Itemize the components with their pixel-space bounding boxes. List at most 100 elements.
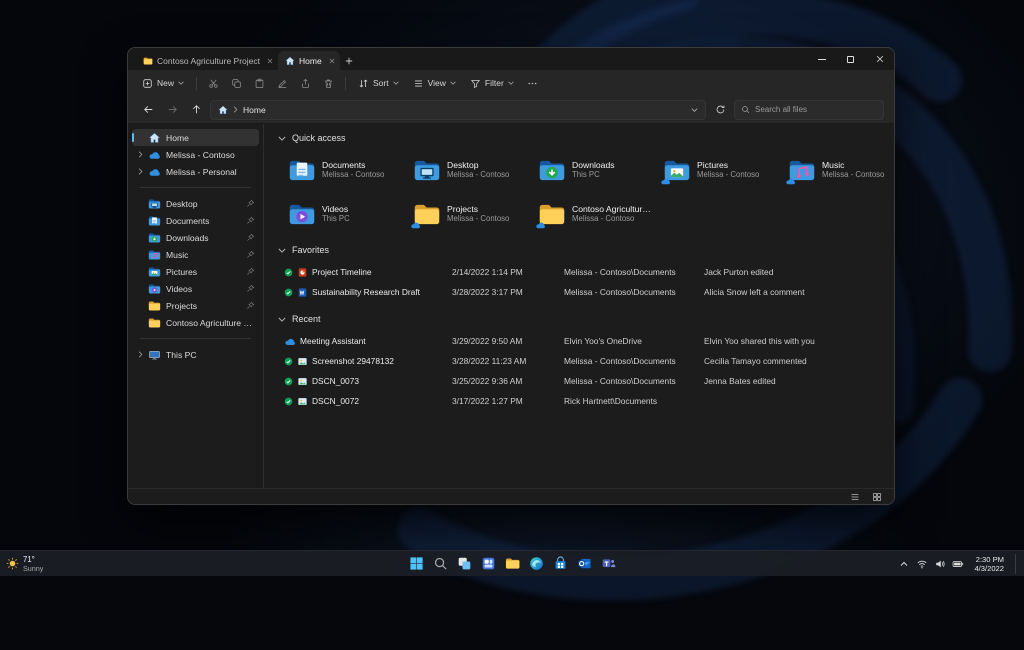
share-button[interactable] [295,75,316,92]
forward-icon [167,104,178,115]
recent-row-dscn-0073[interactable]: DSCN_0073 3/25/2022 9:36 AM Melissa - Co… [280,371,882,391]
sidebar-item-music[interactable]: Music [132,246,259,263]
weather-widget[interactable]: 71° Sunny [6,555,43,573]
tile-text: Music Melissa - Contoso [822,160,884,180]
search-box[interactable] [734,100,884,120]
address-bar[interactable]: Home [210,100,706,120]
paste-icon [254,78,265,89]
address-dropdown-icon[interactable] [691,108,698,112]
quick-access-tile-downloads[interactable]: Downloads This PC [534,151,658,189]
cloud-status-icon [284,337,296,346]
word-file-icon [297,287,308,298]
rename-button[interactable] [272,75,293,92]
recent-row-screenshot-29478132[interactable]: Screenshot 29478132 3/28/2022 11:23 AM M… [280,351,882,371]
tile-name: Desktop [447,160,509,170]
back-button[interactable] [138,100,158,120]
quick-access-tile-music[interactable]: Music Melissa - Contoso [784,151,894,189]
sidebar-item-melissa-personal[interactable]: Melissa - Personal [132,163,259,180]
filter-button[interactable]: Filter [464,75,520,92]
quick-access-tile-contoso-agriculture-project[interactable]: Contoso Agriculture Project Melissa - Co… [534,195,658,233]
more-options-button[interactable] [522,75,543,92]
taskbar-outlook-button[interactable] [573,553,595,575]
taskbar-teams-button[interactable] [597,553,619,575]
quick-access-tile-desktop[interactable]: Desktop Melissa - Contoso [409,151,533,189]
quick-access-tile-documents[interactable]: Documents Melissa - Contoso [284,151,408,189]
sidebar-item-projects[interactable]: Projects [132,297,259,314]
tile-name: Music [822,160,884,170]
tray-volume-button[interactable] [932,554,948,574]
breadcrumb[interactable]: Home [243,105,266,115]
tab-contoso-agriculture-project[interactable]: Contoso Agriculture Project [136,51,278,70]
tray-battery-button[interactable] [950,554,966,574]
search-input[interactable] [755,105,877,114]
sidebar-item-contoso-agriculture-project[interactable]: Contoso Agriculture Project [132,314,259,331]
view-label: View [428,78,446,88]
downloads-folder-icon [538,158,566,183]
sidebar-item-this-pc[interactable]: This PC [132,346,259,363]
new-tab-button[interactable] [340,51,358,70]
chevron-right-icon[interactable] [136,168,144,175]
clock-time: 2:30 PM [976,555,1004,564]
tab-close-icon[interactable] [267,58,273,64]
file-location: Melissa - Contoso\Documents [564,287,704,297]
cut-button[interactable] [203,75,224,92]
sidebar-item-home[interactable]: Home [132,129,259,146]
tile-location: This PC [572,170,615,180]
show-desktop-button[interactable] [1015,554,1018,574]
tab-home[interactable]: Home [278,51,340,70]
taskbar-search-button[interactable] [429,553,451,575]
taskbar-task-view-button[interactable] [453,553,475,575]
favorites-row-project-timeline[interactable]: Project Timeline 2/14/2022 1:14 PM Melis… [280,262,882,282]
copy-button[interactable] [226,75,247,92]
sync-check-icon [284,397,293,406]
quick-access-tile-videos[interactable]: Videos This PC [284,195,408,233]
sort-button[interactable]: Sort [352,75,405,92]
close-icon [876,55,884,63]
view-button[interactable]: View [407,75,462,92]
recent-row-dscn-0072[interactable]: DSCN_0072 3/17/2022 1:27 PM Rick Hartnet… [280,391,882,411]
paste-button[interactable] [249,75,270,92]
recent-header[interactable]: Recent [278,311,882,327]
taskbar-start-button[interactable] [405,553,427,575]
plus-icon [345,57,353,65]
videos-folder-icon [288,202,316,227]
details-view-button[interactable] [846,491,864,503]
chevron-right-icon[interactable] [136,151,144,158]
chevron-down-icon [393,81,399,85]
favorites-row-sustainability-research-draft[interactable]: Sustainability Research Draft 3/28/2022 … [280,282,882,302]
sidebar-item-pictures[interactable]: Pictures [132,263,259,280]
sidebar-item-documents[interactable]: Documents [132,212,259,229]
taskbar-file-explorer-button[interactable] [501,553,523,575]
file-name-cell: Screenshot 29478132 [284,356,452,367]
tile-location: Melissa - Contoso [822,170,884,180]
recent-row-meeting-assistant[interactable]: Meeting Assistant 3/29/2022 9:50 AM Elvi… [280,331,882,351]
quick-access-tile-projects[interactable]: Projects Melissa - Contoso [409,195,533,233]
chevron-right-icon[interactable] [136,351,144,358]
refresh-icon [715,104,726,115]
taskbar-clock[interactable]: 2:30 PM 4/3/2022 [968,555,1010,573]
taskbar-widgets-button[interactable] [477,553,499,575]
forward-button[interactable] [162,100,182,120]
delete-button[interactable] [318,75,339,92]
desktop-folder-icon [413,158,441,183]
taskbar-edge-button[interactable] [525,553,547,575]
tab-close-icon[interactable] [329,58,335,64]
new-button[interactable]: New [136,75,190,92]
refresh-button[interactable] [710,100,730,120]
up-button[interactable] [186,100,206,120]
maximize-button[interactable] [836,48,865,70]
thumbnails-view-button[interactable] [868,491,886,503]
sidebar-item-desktop[interactable]: Desktop [132,195,259,212]
quick-access-header[interactable]: Quick access [278,130,882,146]
pictures-folder-icon [663,158,691,183]
close-button[interactable] [865,48,894,70]
sidebar-item-downloads[interactable]: Downloads [132,229,259,246]
minimize-button[interactable] [807,48,836,70]
taskbar-store-button[interactable] [549,553,571,575]
quick-access-tile-pictures[interactable]: Pictures Melissa - Contoso [659,151,783,189]
favorites-header[interactable]: Favorites [278,242,882,258]
tray-wifi-button[interactable] [914,554,930,574]
sidebar-item-videos[interactable]: Videos [132,280,259,297]
sidebar-item-melissa-contoso[interactable]: Melissa - Contoso [132,146,259,163]
tray-chevron-up-button[interactable] [896,554,912,574]
